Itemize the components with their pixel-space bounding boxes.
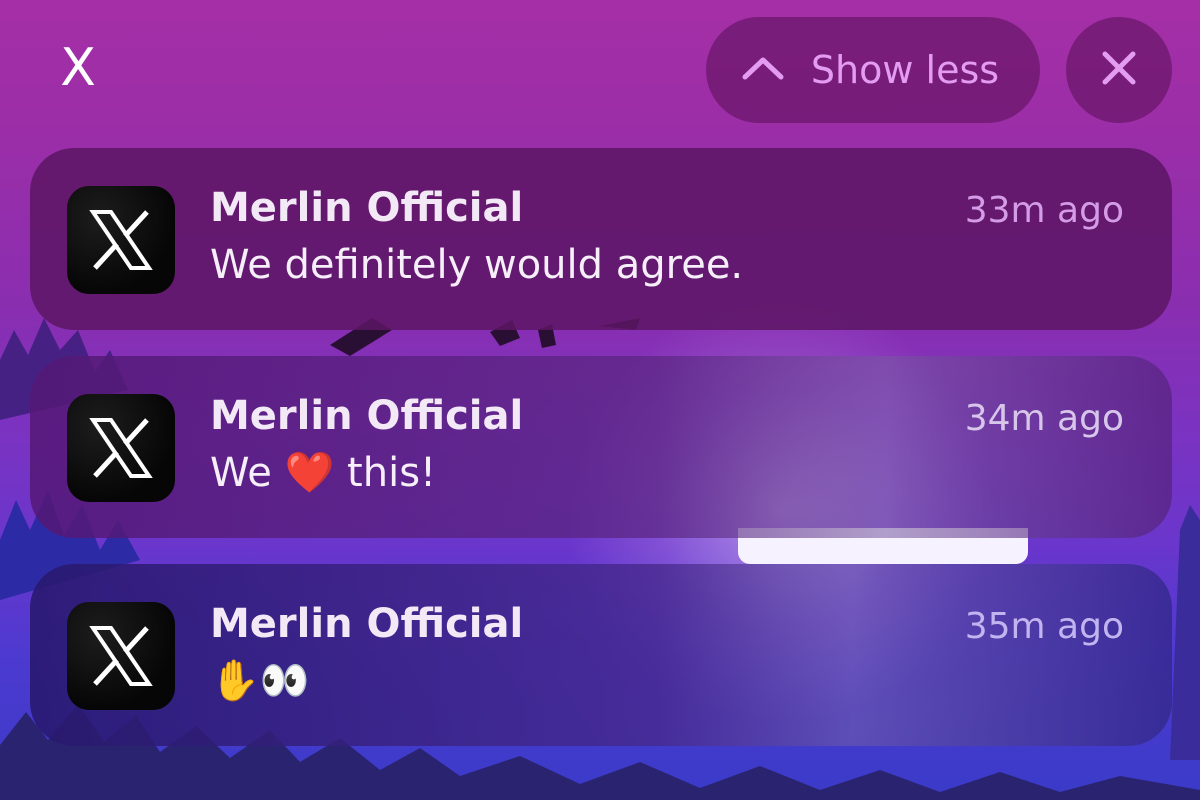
notification-message: We definitely would agree. — [210, 242, 744, 288]
notification-time: 35m ago — [964, 606, 1124, 647]
x-logo-icon — [67, 602, 175, 710]
notification-sender: Merlin Official — [210, 601, 524, 647]
notification-time: 34m ago — [964, 398, 1124, 439]
chevron-up-icon — [739, 48, 787, 92]
show-less-button[interactable]: Show less — [706, 17, 1040, 123]
notification-card[interactable]: Merlin Official 35m ago ✋👀 — [30, 564, 1172, 746]
show-less-label: Show less — [810, 48, 1000, 92]
x-logo-icon — [67, 394, 175, 502]
notification-time: 33m ago — [964, 190, 1124, 231]
notification-card[interactable]: Merlin Official 33m ago We definitely wo… — [30, 148, 1172, 330]
app-logo: X — [60, 38, 96, 98]
notification-message: We ❤️ this! — [210, 450, 437, 496]
x-logo-icon — [67, 186, 175, 294]
notification-sender: Merlin Official — [210, 393, 524, 439]
close-icon — [1100, 49, 1138, 91]
notification-sender: Merlin Official — [210, 185, 524, 231]
notification-card[interactable]: Merlin Official 34m ago We ❤️ this! — [30, 356, 1172, 538]
notification-message: ✋👀 — [210, 658, 310, 704]
clear-notifications-button[interactable] — [1066, 17, 1172, 123]
